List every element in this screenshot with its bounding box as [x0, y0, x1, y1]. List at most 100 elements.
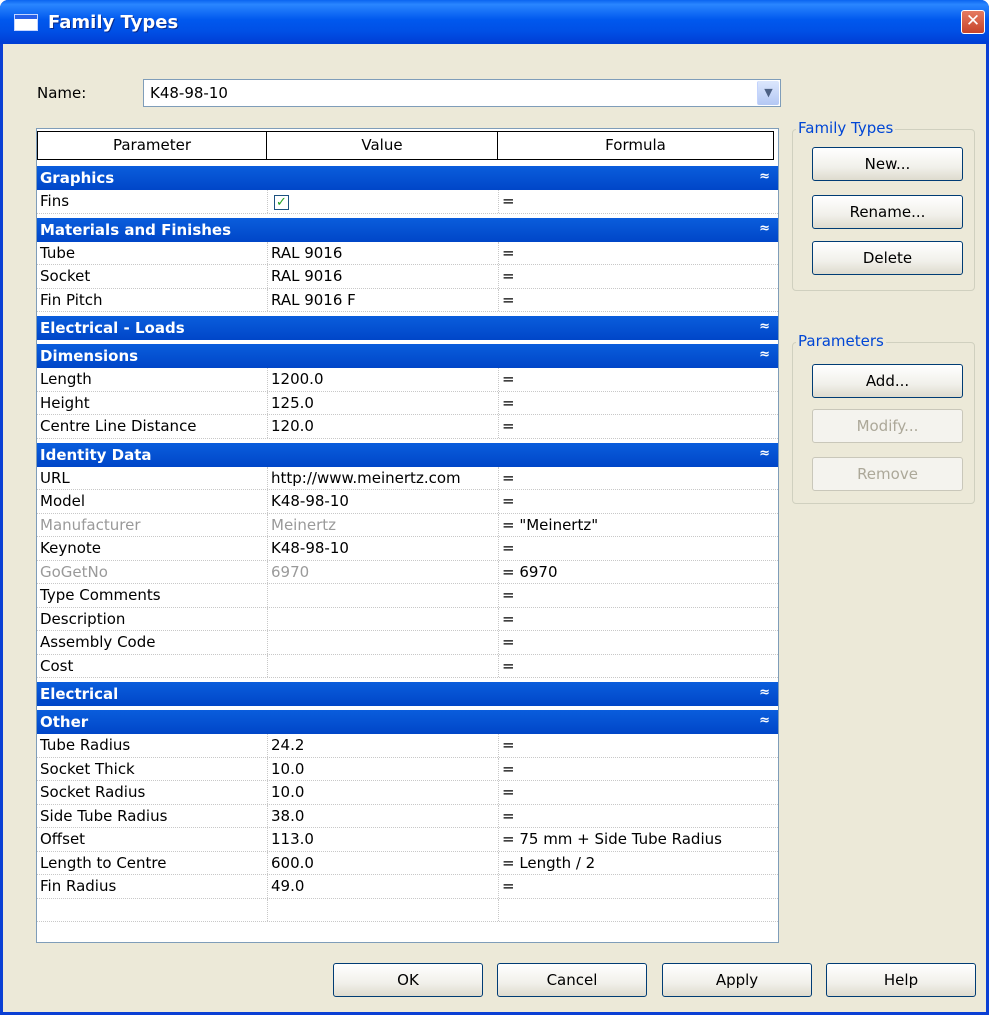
parameter-value[interactable] [268, 584, 499, 607]
column-header-parameter[interactable]: Parameter [37, 131, 267, 160]
collapse-icon[interactable]: ≈ [759, 713, 770, 728]
group-header-electrical-loads[interactable]: Electrical - Loads ≈ [37, 316, 778, 340]
parameter-row[interactable]: URL http://www.meinertz.com = [37, 466, 778, 490]
remove-parameter-button[interactable]: Remove [812, 457, 963, 491]
parameter-formula[interactable]: = Length / 2 [499, 852, 778, 875]
parameter-value[interactable]: 38.0 [268, 804, 499, 827]
expand-icon[interactable]: ≈ [759, 685, 770, 700]
parameter-row[interactable]: Centre Line Distance 120.0 = [37, 415, 778, 439]
parameter-value[interactable]: 10.0 [268, 757, 499, 780]
parameter-formula[interactable]: = [499, 190, 778, 213]
parameter-formula[interactable]: = [499, 781, 778, 804]
parameter-row[interactable]: Cost = [37, 654, 778, 678]
parameter-value[interactable]: 49.0 [268, 875, 499, 898]
parameter-value[interactable]: http://www.meinertz.com [268, 466, 499, 489]
parameter-value[interactable]: K48-98-10 [268, 537, 499, 560]
parameter-formula[interactable]: = [499, 415, 778, 438]
empty-row[interactable] [37, 898, 778, 922]
parameter-value[interactable]: RAL 9016 F [268, 288, 499, 311]
ok-button[interactable]: OK [333, 963, 483, 997]
parameter-value[interactable]: 24.2 [268, 734, 499, 757]
collapse-icon[interactable]: ≈ [759, 347, 770, 362]
parameter-formula[interactable]: = 75 mm + Side Tube Radius [499, 828, 778, 851]
parameter-value[interactable] [268, 607, 499, 630]
parameter-row[interactable]: Fin Pitch RAL 9016 F = [37, 288, 778, 312]
collapse-icon[interactable]: ≈ [759, 221, 770, 236]
parameter-formula[interactable]: = [499, 584, 778, 607]
parameter-formula[interactable]: = [499, 242, 778, 265]
group-header-materials[interactable]: Materials and Finishes ≈ [37, 217, 778, 242]
parameter-value[interactable]: 120.0 [268, 415, 499, 438]
group-header-graphics[interactable]: Graphics ≈ [37, 166, 778, 190]
column-header-formula[interactable]: Formula [498, 131, 774, 160]
parameter-value[interactable]: K48-98-10 [268, 490, 499, 513]
parameter-row[interactable]: Side Tube Radius 38.0 = [37, 804, 778, 828]
parameter-row[interactable]: Tube Radius 24.2 = [37, 734, 778, 758]
parameter-formula[interactable]: = [499, 875, 778, 898]
delete-type-button[interactable]: Delete [812, 241, 963, 275]
column-header-value[interactable]: Value [267, 131, 498, 160]
modify-parameter-button[interactable]: Modify... [812, 409, 963, 443]
collapse-icon[interactable]: ≈ [759, 169, 770, 184]
parameter-value[interactable]: 10.0 [268, 781, 499, 804]
parameter-value[interactable] [268, 631, 499, 654]
parameter-value[interactable] [268, 898, 499, 921]
parameter-value[interactable] [268, 654, 499, 677]
parameter-formula[interactable]: = [499, 490, 778, 513]
parameter-formula[interactable]: = [499, 392, 778, 415]
parameter-formula[interactable]: = [499, 265, 778, 288]
parameter-value[interactable]: 125.0 [268, 391, 499, 414]
parameter-row[interactable]: Offset 113.0 = 75 mm + Side Tube Radius [37, 828, 778, 852]
parameter-row[interactable]: Length to Centre 600.0 = Length / 2 [37, 851, 778, 875]
cancel-button[interactable]: Cancel [497, 963, 647, 997]
parameter-row[interactable]: Model K48-98-10 = [37, 490, 778, 514]
parameter-row[interactable]: Fin Radius 49.0 = [37, 875, 778, 899]
name-dropdown[interactable]: K48-98-10 ▼ [143, 79, 781, 107]
apply-button[interactable]: Apply [662, 963, 812, 997]
parameter-value[interactable]: RAL 9016 [268, 241, 499, 264]
group-header-dimensions[interactable]: Dimensions ≈ [37, 344, 778, 368]
parameter-formula[interactable]: = [499, 467, 778, 490]
title-bar[interactable]: Family Types ✕ [0, 0, 989, 44]
parameter-row[interactable]: GoGetNo 6970 = 6970 [37, 560, 778, 584]
parameter-formula[interactable]: = [499, 608, 778, 631]
parameter-formula[interactable]: = [499, 734, 778, 757]
parameter-value[interactable]: 1200.0 [268, 368, 499, 391]
parameter-row[interactable]: Fins ✓ = [37, 190, 778, 214]
help-button[interactable]: Help [826, 963, 976, 997]
collapse-icon[interactable]: ≈ [759, 446, 770, 461]
parameter-formula[interactable]: = [499, 655, 778, 678]
parameter-formula[interactable]: = [499, 758, 778, 781]
group-header-electrical[interactable]: Electrical ≈ [37, 682, 778, 706]
parameter-formula[interactable]: = [499, 631, 778, 654]
parameter-row[interactable]: Manufacturer Meinertz = "Meinertz" [37, 513, 778, 537]
parameter-formula[interactable]: = 6970 [499, 561, 778, 584]
parameter-value[interactable]: 113.0 [268, 828, 499, 851]
rename-type-button[interactable]: Rename... [812, 195, 963, 229]
new-type-button[interactable]: New... [812, 147, 963, 181]
parameter-row[interactable]: Tube RAL 9016 = [37, 241, 778, 265]
fins-checkbox[interactable]: ✓ [274, 195, 289, 210]
parameter-value[interactable]: ✓ [268, 190, 499, 213]
parameter-row[interactable]: Description = [37, 607, 778, 631]
parameter-row[interactable]: Length 1200.0 = [37, 368, 778, 392]
parameter-value[interactable]: 600.0 [268, 851, 499, 874]
parameter-formula[interactable]: = [499, 289, 778, 312]
parameter-formula[interactable]: = [499, 537, 778, 560]
expand-icon[interactable]: ≈ [759, 319, 770, 334]
parameter-row[interactable]: Socket RAL 9016 = [37, 265, 778, 289]
parameter-value[interactable]: RAL 9016 [268, 265, 499, 288]
parameter-row[interactable]: Socket Thick 10.0 = [37, 757, 778, 781]
parameter-row[interactable]: Keynote K48-98-10 = [37, 537, 778, 561]
parameter-row[interactable]: Height 125.0 = [37, 391, 778, 415]
parameter-row[interactable]: Socket Radius 10.0 = [37, 781, 778, 805]
chevron-down-icon[interactable]: ▼ [757, 81, 779, 105]
group-header-identity-data[interactable]: Identity Data ≈ [37, 442, 778, 467]
add-parameter-button[interactable]: Add... [812, 364, 963, 398]
parameter-formula[interactable] [499, 899, 778, 922]
parameter-formula[interactable]: = [499, 368, 778, 391]
group-header-other[interactable]: Other ≈ [37, 710, 778, 734]
parameter-formula[interactable]: = [499, 805, 778, 828]
parameter-row[interactable]: Assembly Code = [37, 631, 778, 655]
parameter-formula[interactable]: = "Meinertz" [499, 514, 778, 537]
